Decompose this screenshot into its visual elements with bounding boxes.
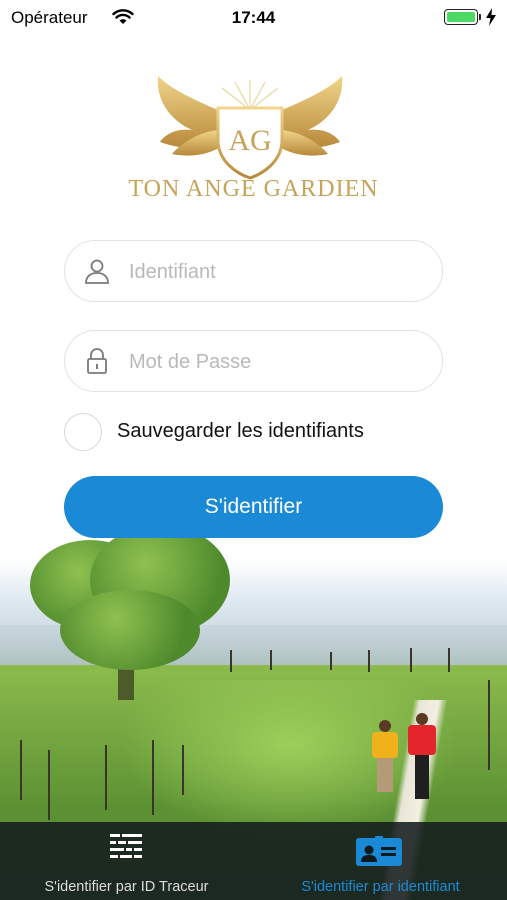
vine-post [368, 650, 370, 672]
login-button[interactable]: S'identifier [64, 476, 443, 538]
vine-post [152, 740, 154, 815]
tab-tracker-id-label: S'identifier par ID Traceur [44, 879, 209, 895]
battery-icon [444, 9, 478, 25]
battery-nub [479, 14, 481, 20]
vine-post [182, 745, 184, 795]
charging-icon [486, 8, 496, 31]
vine-post [20, 740, 22, 800]
vine-post [230, 650, 232, 672]
remember-checkbox[interactable] [64, 413, 102, 451]
username-input[interactable] [127, 241, 431, 303]
tab-tracker-id[interactable]: S'identifier par ID Traceur [0, 822, 253, 900]
tab-identifier[interactable]: S'identifier par identifiant [254, 822, 507, 900]
vine-post [48, 750, 50, 820]
tab-bar: S'identifier par ID Traceur S'identifier… [0, 822, 507, 900]
vine-post [488, 680, 490, 770]
id-card-icon [356, 836, 402, 871]
username-field[interactable] [64, 240, 443, 303]
vine-post [330, 652, 332, 670]
brand-name: TON ANGE GARDIEN [128, 176, 379, 202]
password-input[interactable] [127, 331, 431, 393]
tree-crown [60, 590, 200, 670]
user-icon [83, 257, 111, 285]
tracker-grid-icon [108, 832, 144, 869]
clock: 17:44 [231, 8, 276, 27]
password-field[interactable] [64, 330, 443, 393]
remember-label[interactable]: Sauvegarder les identifiants [117, 420, 364, 443]
vine-post [410, 648, 412, 672]
tab-identifier-label: S'identifier par identifiant [301, 879, 460, 895]
vine-post [448, 648, 450, 672]
logo-monogram: AG [228, 124, 271, 157]
vine-post [105, 745, 107, 810]
lock-icon [83, 347, 111, 375]
vine-post [270, 650, 272, 670]
status-bar: Opérateur 17:44 [0, 0, 507, 36]
